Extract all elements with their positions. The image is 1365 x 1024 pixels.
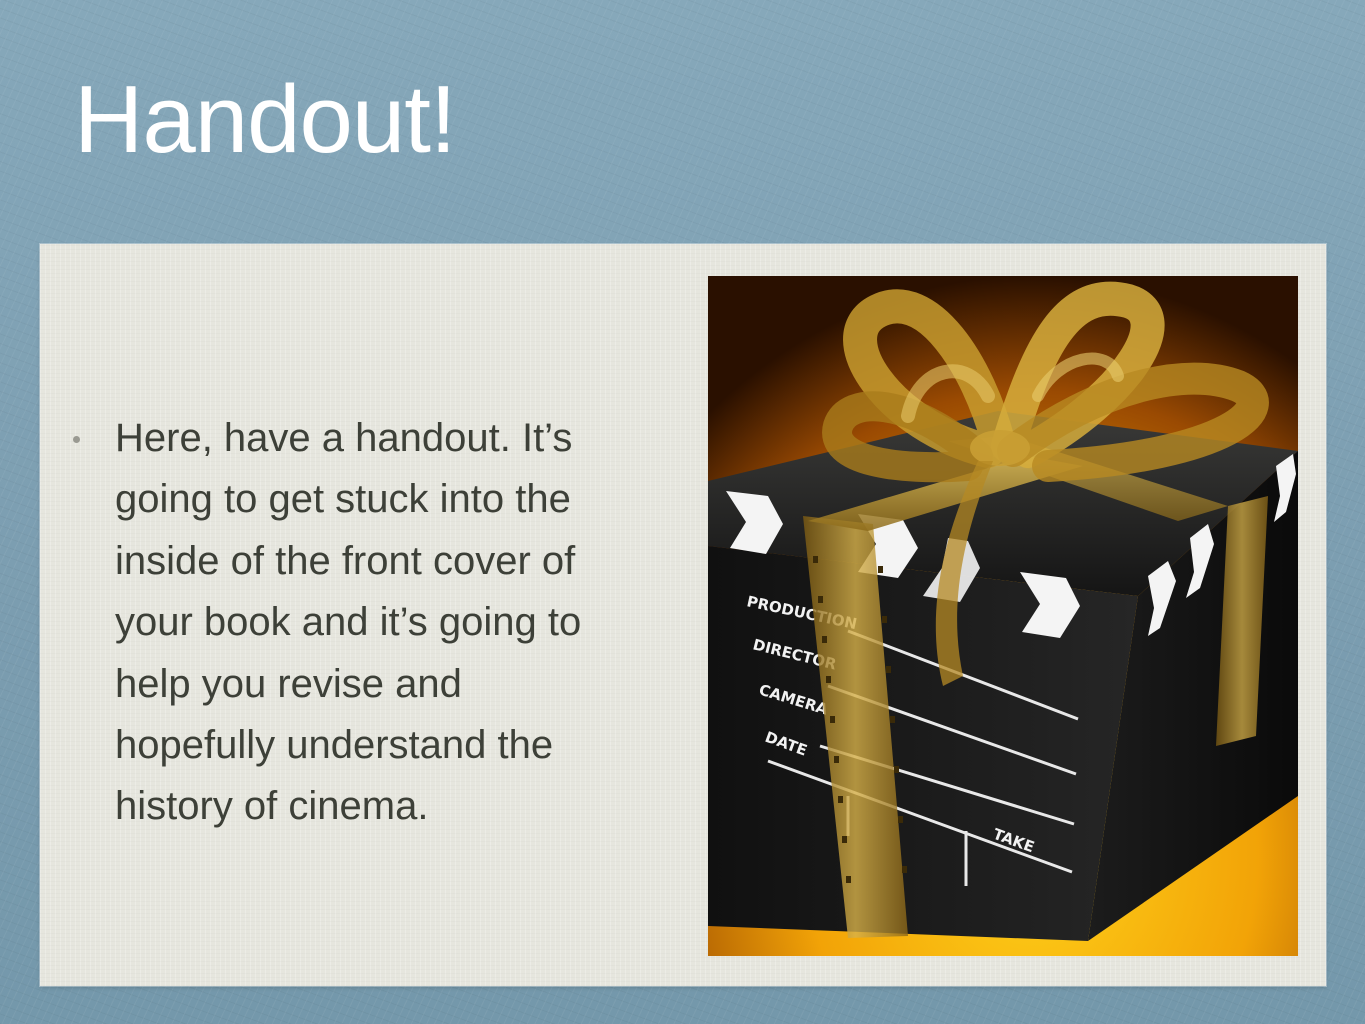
bullet-list: Here, have a handout. It’s going to get … (72, 408, 632, 838)
bullet-text: Here, have a handout. It’s going to get … (115, 416, 582, 829)
slide-title: Handout! (74, 66, 457, 173)
bullet-dot-icon (73, 436, 80, 443)
bullet-item: Here, have a handout. It’s going to get … (72, 408, 632, 838)
clapperboard-gift-image: PRODUCTION DIRECTOR CAMERA DATE TAKE (708, 276, 1298, 956)
ribbon-knot (970, 430, 1030, 466)
